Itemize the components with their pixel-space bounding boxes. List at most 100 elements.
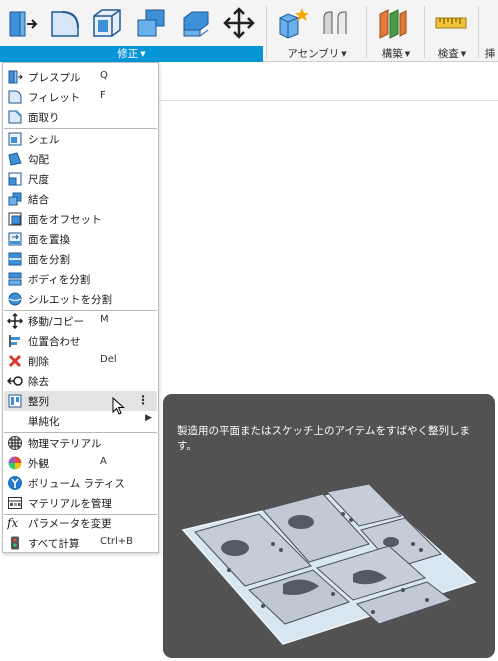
menu-item-compute-all[interactable]: すべて計算 Ctrl+B [4, 533, 157, 553]
menu-item-chamfer[interactable]: 面取り [4, 107, 157, 127]
fillet-icon [7, 89, 23, 105]
menu-item-label: 位置合わせ [28, 336, 81, 348]
menu-item-press-pull[interactable]: プレスプル Q [4, 67, 157, 87]
menu-item-move-copy[interactable]: 移動/コピー M [4, 311, 157, 331]
mouse-cursor-icon [112, 396, 126, 417]
menu-item-label: 物理マテリアル [28, 438, 102, 450]
combine-icon[interactable] [134, 6, 168, 40]
menu-item-replace-face[interactable]: 面を置換 [4, 229, 157, 249]
menu-item-shortcut: Del [100, 354, 117, 365]
menu-item-shortcut: F [100, 90, 106, 101]
move-icon [7, 313, 23, 329]
joint-icon[interactable] [318, 6, 352, 40]
offset-face-icon [7, 211, 23, 227]
measure-icon[interactable] [434, 6, 468, 40]
ribbon-toolbar: 修正 ▼ アセンブリ ▼ 構築 ▼ 検査 ▼ 挿 [0, 0, 498, 62]
menu-item-label: 尺度 [28, 174, 49, 186]
group-inspect-label[interactable]: 検査 ▼ [428, 46, 476, 62]
menu-item-remove[interactable]: 除去 [4, 371, 157, 391]
menu-item-shell[interactable]: シェル [4, 129, 157, 149]
align-icon [7, 333, 23, 349]
modify-dropdown-menu: プレスプル Q フィレット F 面取り シェル 勾配 尺度 結合 面をオフセット… [2, 62, 159, 553]
more-options-icon[interactable]: ⋮ [137, 393, 149, 407]
shell-icon[interactable] [90, 6, 124, 40]
group-assemble-label[interactable]: アセンブリ ▼ [272, 46, 362, 62]
menu-item-label: 整列 [28, 396, 49, 408]
menu-item-label: ボリューム ラティス [28, 478, 125, 490]
menu-item-change-parameters[interactable]: fx パラメータを変更 [4, 513, 157, 533]
press-pull-icon[interactable] [6, 6, 40, 40]
delete-icon [7, 353, 23, 369]
fx-icon: fx [7, 515, 23, 531]
split-body-icon [7, 271, 23, 287]
menu-item-shortcut: Q [100, 70, 108, 81]
shell-icon [7, 131, 23, 147]
menu-item-fillet[interactable]: フィレット F [4, 87, 157, 107]
menu-item-shortcut: M [100, 314, 109, 325]
replace-face-icon [7, 231, 23, 247]
compute-all-icon [7, 535, 23, 551]
move-icon[interactable] [222, 6, 256, 40]
arrange-icon [7, 393, 23, 409]
menu-item-offset-face[interactable]: 面をオフセット [4, 209, 157, 229]
split-face-icon [7, 251, 23, 267]
menu-item-label: シルエットを分割 [28, 294, 112, 306]
menu-item-label: 面を分割 [28, 254, 70, 266]
menu-item-label: 単純化 [28, 416, 60, 428]
canvas-divider [158, 100, 498, 101]
volumetric-lattice-icon [7, 475, 23, 491]
tooltip-panel: 製造用の平面またはスケッチ上のアイテムをすばやく整列します。 [163, 394, 495, 658]
menu-item-manage-materials[interactable]: マテリアルを管理 [4, 493, 157, 513]
submenu-arrow-icon: ▶ [145, 413, 152, 423]
menu-item-label: マテリアルを管理 [28, 498, 112, 510]
menu-item-label: シェル [28, 134, 60, 146]
menu-item-label: フィレット [28, 92, 81, 104]
svg-text:fx: fx [7, 516, 18, 530]
menu-item-shortcut: Ctrl+B [100, 536, 134, 547]
fillet-icon[interactable] [48, 6, 82, 40]
chamfer-icon [7, 109, 23, 125]
menu-item-split-face[interactable]: 面を分割 [4, 249, 157, 269]
menu-item-label: 面をオフセット [28, 214, 102, 226]
menu-item-physical-material[interactable]: 物理マテリアル [4, 433, 157, 453]
menu-item-label: パラメータを変更 [28, 518, 112, 530]
press-pull-icon [7, 69, 23, 85]
menu-item-label: 移動/コピー [28, 316, 85, 328]
appearance-icon [7, 455, 23, 471]
construct-icon[interactable] [376, 6, 410, 40]
menu-item-combine[interactable]: 結合 [4, 189, 157, 209]
menu-item-silhouette-split[interactable]: シルエットを分割 [4, 289, 157, 309]
tooltip-text: 製造用の平面またはスケッチ上のアイテムをすばやく整列します。 [177, 425, 470, 452]
menu-item-draft[interactable]: 勾配 [4, 149, 157, 169]
menu-item-label: プレスプル [28, 72, 81, 84]
menu-item-label: 外観 [28, 458, 49, 470]
menu-item-label: 削除 [28, 356, 49, 368]
group-modify-label[interactable]: 修正 ▼ [0, 46, 263, 62]
menu-item-label: すべて計算 [28, 538, 80, 550]
offset-face-icon[interactable] [178, 6, 212, 40]
manage-materials-icon [7, 495, 23, 511]
menu-item-label: 結合 [28, 194, 49, 206]
scale-icon [7, 171, 23, 187]
menu-item-label: 除去 [28, 376, 49, 388]
physical-material-icon [7, 435, 23, 451]
group-insert-label[interactable]: 挿 [482, 46, 498, 62]
silhouette-split-icon [7, 291, 23, 307]
draft-icon [7, 151, 23, 167]
menu-item-scale[interactable]: 尺度 [4, 169, 157, 189]
menu-item-label: 面取り [28, 112, 60, 124]
menu-item-label: 勾配 [28, 154, 49, 166]
combine-icon [7, 191, 23, 207]
new-component-icon[interactable] [276, 6, 310, 40]
menu-item-label: ボディを分割 [28, 274, 91, 286]
menu-item-split-body[interactable]: ボディを分割 [4, 269, 157, 289]
menu-item-arrange[interactable]: 整列 ⋮ [4, 391, 157, 411]
menu-item-simplify[interactable]: 単純化 ▶ [4, 411, 157, 431]
group-construct-label[interactable]: 構築 ▼ [370, 46, 422, 62]
menu-item-volumetric-lattice[interactable]: ボリューム ラティス [4, 473, 157, 493]
menu-item-appearance[interactable]: 外観 A [4, 453, 157, 473]
menu-item-delete[interactable]: 削除 Del [4, 351, 157, 371]
menu-item-align[interactable]: 位置合わせ [4, 331, 157, 351]
menu-item-label: 面を置換 [28, 234, 70, 246]
remove-icon [7, 373, 23, 389]
